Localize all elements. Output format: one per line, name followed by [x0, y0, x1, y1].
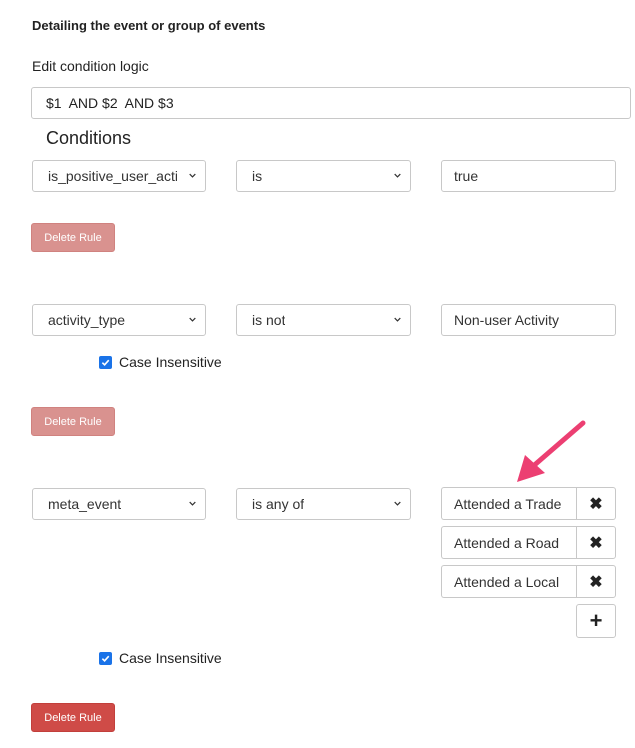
chevron-down-icon [394, 173, 401, 178]
remove-value-button[interactable]: ✖ [576, 565, 616, 598]
close-icon: ✖ [589, 573, 603, 591]
rule-1-field-value: is_positive_user_acti [48, 168, 177, 184]
rule-2-case-insensitive[interactable]: Case Insensitive [99, 354, 222, 370]
rule-2-value-text: Non-user Activity [454, 312, 560, 328]
rule-1-delete-button[interactable]: Delete Rule [31, 223, 115, 252]
annotation-arrow-icon [517, 420, 586, 482]
checkbox-checked-icon[interactable] [99, 651, 112, 665]
value-text: Attended a Local [454, 573, 560, 590]
close-icon: ✖ [589, 534, 603, 552]
rule-3-delete-button[interactable]: Delete Rule [31, 703, 115, 732]
rule-3-value-row-2: Attended a Road ✖ [441, 526, 616, 559]
plus-icon: + [589, 608, 603, 633]
chevron-down-icon [189, 173, 196, 178]
rule-3-value-input[interactable]: Attended a Local [441, 565, 576, 598]
rule-2-operator-value: is not [252, 312, 286, 328]
conditions-heading: Conditions [46, 128, 132, 148]
case-insensitive-label: Case Insensitive [119, 650, 222, 666]
rule-2-operator-select[interactable]: is not [236, 304, 411, 336]
condition-logic-label: Edit condition logic [32, 58, 149, 74]
value-text: Attended a Trade [454, 495, 562, 512]
close-icon: ✖ [589, 495, 603, 513]
rule-1-field-select[interactable]: is_positive_user_acti [32, 160, 206, 192]
rule-1-value-input[interactable]: true [441, 160, 616, 192]
chevron-down-icon [394, 317, 401, 322]
rule-3-operator-select[interactable]: is any of [236, 488, 411, 520]
rule-3-case-insensitive[interactable]: Case Insensitive [99, 650, 222, 666]
section-title: Detailing the event or group of events [32, 18, 266, 33]
rule-3-value-input[interactable]: Attended a Road [441, 526, 576, 559]
condition-logic-input[interactable] [31, 87, 631, 119]
chevron-down-icon [189, 501, 196, 506]
rule-3-value-row-3: Attended a Local ✖ [441, 565, 616, 598]
case-insensitive-label: Case Insensitive [119, 354, 222, 370]
remove-value-button[interactable]: ✖ [576, 526, 616, 559]
rule-3-value-input[interactable]: Attended a Trade [441, 487, 576, 520]
rule-1-operator-value: is [252, 168, 263, 184]
rule-2-value-input[interactable]: Non-user Activity [441, 304, 616, 336]
checkbox-checked-icon[interactable] [99, 355, 112, 369]
rule-3-operator-value: is any of [252, 496, 305, 512]
rule-2-field-value: activity_type [48, 312, 126, 328]
rule-3-field-select[interactable]: meta_event [32, 488, 206, 520]
add-value-button[interactable]: + [576, 604, 616, 638]
chevron-down-icon [189, 317, 196, 322]
rule-3-value-row-1: Attended a Trade ✖ [441, 487, 616, 520]
remove-value-button[interactable]: ✖ [576, 487, 616, 520]
rule-2-delete-button[interactable]: Delete Rule [31, 407, 115, 436]
rule-3-field-value: meta_event [48, 496, 122, 512]
rule-1-operator-select[interactable]: is [236, 160, 411, 192]
value-text: Attended a Road [454, 534, 560, 551]
chevron-down-icon [394, 501, 401, 506]
rule-2-field-select[interactable]: activity_type [32, 304, 206, 336]
rule-1-value-text: true [454, 168, 479, 184]
